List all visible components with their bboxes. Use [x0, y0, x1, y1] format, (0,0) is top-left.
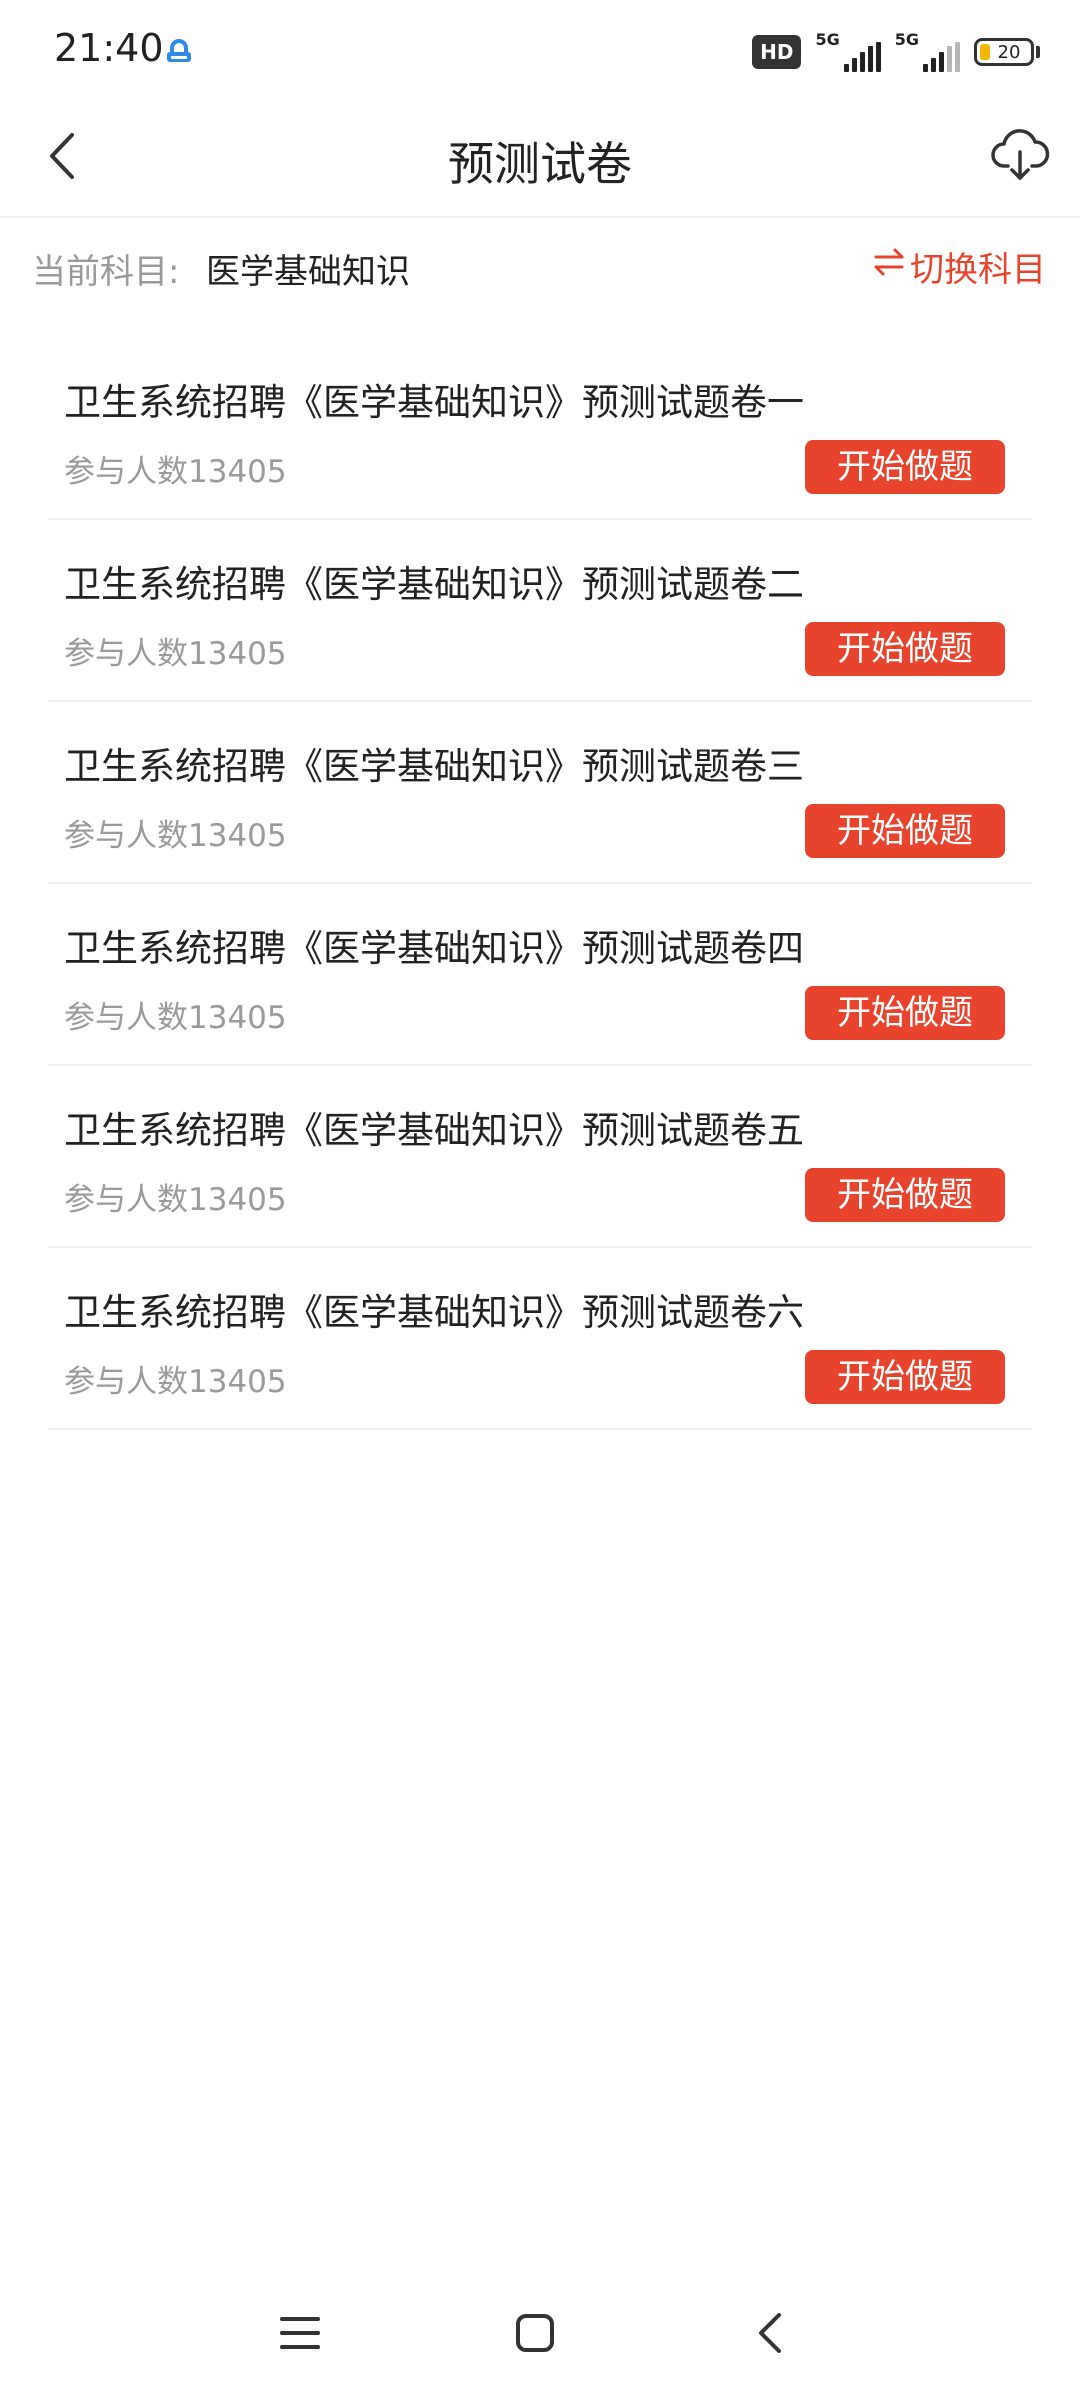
app-notification-icon — [160, 32, 198, 70]
hd-voice-badge: HD — [752, 35, 802, 69]
signal-bars-icon — [843, 42, 881, 72]
start-exam-button[interactable]: 开始做题 — [805, 1350, 1005, 1404]
cloud-download-icon — [990, 126, 1050, 190]
network-label-2: 5G — [894, 30, 919, 49]
subject-label: 当前科目: — [32, 252, 180, 292]
list-item[interactable]: 卫生系统招聘《医学基础知识》预测试题卷二 参与人数13405 开始做题 — [48, 520, 1032, 702]
switch-subject-label: 切换科目 — [910, 250, 1046, 290]
paper-list: 卫生系统招聘《医学基础知识》预测试题卷一 参与人数13405 开始做题 卫生系统… — [48, 338, 1032, 1430]
network-label-1: 5G — [815, 30, 840, 49]
home-square-icon — [514, 2312, 556, 2358]
paper-title: 卫生系统招聘《医学基础知识》预测试题卷三 — [64, 745, 804, 788]
swap-arrows-icon — [872, 245, 906, 288]
participant-count: 参与人数13405 — [64, 1364, 287, 1400]
start-exam-button[interactable]: 开始做题 — [805, 986, 1005, 1040]
list-item[interactable]: 卫生系统招聘《医学基础知识》预测试题卷五 参与人数13405 开始做题 — [48, 1066, 1032, 1248]
battery-tip — [1036, 46, 1040, 58]
list-item[interactable]: 卫生系统招聘《医学基础知识》预测试题卷六 参与人数13405 开始做题 — [48, 1248, 1032, 1430]
paper-title: 卫生系统招聘《医学基础知识》预测试题卷六 — [64, 1291, 804, 1334]
start-exam-button[interactable]: 开始做题 — [805, 804, 1005, 858]
participant-count: 参与人数13405 — [64, 818, 287, 854]
participant-count: 参与人数13405 — [64, 1182, 287, 1218]
status-time: 21:40 — [54, 26, 164, 70]
menu-icon — [278, 2313, 322, 2357]
participant-count: 参与人数13405 — [64, 1000, 287, 1036]
paper-title: 卫生系统招聘《医学基础知识》预测试题卷四 — [64, 927, 804, 970]
recent-apps-button[interactable] — [265, 2300, 335, 2370]
paper-title: 卫生系统招聘《医学基础知识》预测试题卷一 — [64, 381, 804, 424]
page-title: 预测试卷 — [448, 137, 632, 191]
paper-title: 卫生系统招聘《医学基础知识》预测试题卷二 — [64, 563, 804, 606]
system-back-button[interactable] — [735, 2300, 805, 2370]
subject-value: 医学基础知识 — [206, 252, 410, 292]
signal-bars-icon — [923, 42, 960, 72]
system-nav-bar — [0, 2290, 1080, 2380]
switch-subject-button[interactable]: 切换科目 — [872, 242, 1046, 291]
battery-level: 20 — [997, 41, 1021, 63]
status-indicators: HD 5G 5G 20 — [752, 30, 1040, 74]
start-exam-button[interactable]: 开始做题 — [805, 1168, 1005, 1222]
battery-icon: 20 — [974, 38, 1034, 66]
download-button[interactable] — [982, 120, 1058, 196]
back-triangle-icon — [753, 2311, 787, 2359]
participant-count: 参与人数13405 — [64, 636, 287, 672]
start-exam-button[interactable]: 开始做题 — [805, 622, 1005, 676]
app-header: 预测试卷 — [0, 100, 1080, 218]
signal-5g-2: 5G — [895, 32, 960, 72]
participant-count: 参与人数13405 — [64, 454, 287, 490]
list-item[interactable]: 卫生系统招聘《医学基础知识》预测试题卷一 参与人数13405 开始做题 — [48, 338, 1032, 520]
subject-bar: 当前科目: 医学基础知识 切换科目 — [0, 218, 1080, 316]
list-item[interactable]: 卫生系统招聘《医学基础知识》预测试题卷三 参与人数13405 开始做题 — [48, 702, 1032, 884]
list-item[interactable]: 卫生系统招聘《医学基础知识》预测试题卷四 参与人数13405 开始做题 — [48, 884, 1032, 1066]
start-exam-button[interactable]: 开始做题 — [805, 440, 1005, 494]
status-bar: 21:40 HD 5G 5G 20 — [0, 0, 1080, 100]
signal-5g-1: 5G — [815, 30, 881, 72]
home-button[interactable] — [500, 2300, 570, 2370]
paper-title: 卫生系统招聘《医学基础知识》预测试题卷五 — [64, 1109, 804, 1152]
